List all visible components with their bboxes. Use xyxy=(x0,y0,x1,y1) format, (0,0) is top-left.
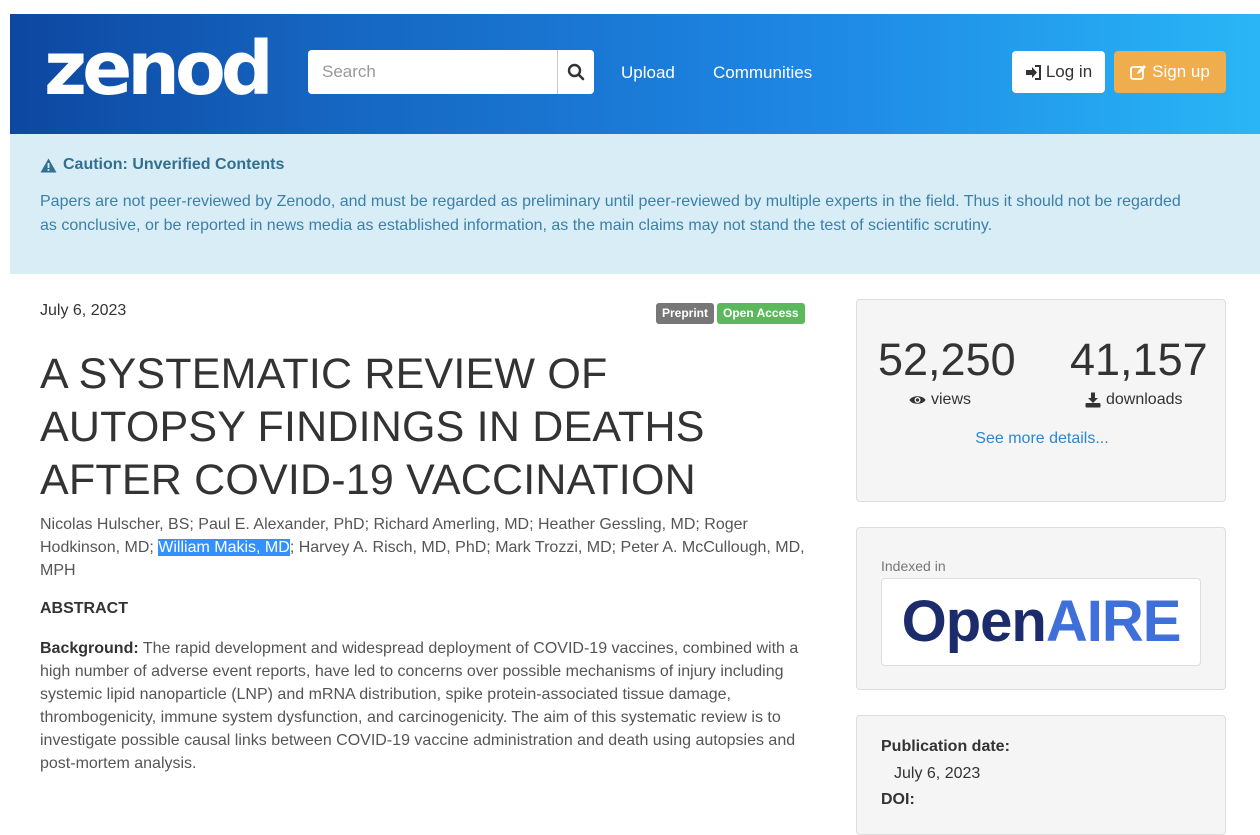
downloads-count: 41,157 xyxy=(1070,334,1208,385)
record-authors: Nicolas Hulscher, BS; Paul E. Alexander,… xyxy=(40,513,830,582)
svg-text:zenodo: zenodo xyxy=(44,34,270,108)
abstract-text: The rapid development and widespread dep… xyxy=(40,640,799,772)
edit-icon xyxy=(1130,65,1147,80)
zenodo-logo[interactable]: zenodo xyxy=(44,26,322,113)
see-more-details-link[interactable]: See more details... xyxy=(857,430,1227,448)
downloads-label: downloads xyxy=(1085,391,1183,409)
nav-upload[interactable]: Upload xyxy=(621,63,675,83)
badge-resource-type: Preprint xyxy=(656,303,715,324)
eye-icon xyxy=(909,396,926,404)
login-button[interactable]: Log in xyxy=(1012,51,1105,93)
openaire-logo-part: Open xyxy=(901,589,1047,654)
signup-button[interactable]: Sign up xyxy=(1114,51,1226,93)
record-badges: Preprint Open Access xyxy=(656,303,805,324)
doi-label: DOI: xyxy=(881,791,915,808)
nav-communities[interactable]: Communities xyxy=(713,63,812,83)
stats-panel: 52,250 41,157 views downloads See more d… xyxy=(856,299,1226,502)
warning-icon xyxy=(40,158,57,172)
login-label: Log in xyxy=(1045,62,1093,81)
abstract-lead: Background: xyxy=(40,640,139,657)
indexed-label: Indexed in xyxy=(881,558,946,574)
caution-alert: Caution: Unverified Contents Papers are … xyxy=(10,134,1260,274)
author-highlighted: William Makis, MD xyxy=(158,539,290,556)
badge-access: Open Access xyxy=(717,303,805,324)
abstract-heading: ABSTRACT xyxy=(40,600,128,617)
search-bar xyxy=(308,50,594,94)
metadata-panel: Publication date: July 6, 2023 DOI: xyxy=(856,715,1226,835)
search-input[interactable] xyxy=(308,50,557,94)
abstract-body: Background: The rapid development and wi… xyxy=(40,637,830,775)
caution-title: Caution: Unverified Contents xyxy=(40,156,284,174)
record-title: A SYSTEMATIC REVIEW OF AUTOPSY FINDINGS … xyxy=(40,350,705,504)
record-date: July 6, 2023 xyxy=(40,302,127,319)
caution-title-text: Caution: Unverified Contents xyxy=(63,156,285,173)
openaire-logo-part: AIRE xyxy=(1045,589,1182,654)
sign-in-icon xyxy=(1025,64,1041,80)
indexed-panel: Indexed in Open AIRE xyxy=(856,527,1226,690)
signup-label: Sign up xyxy=(1152,62,1210,81)
views-label: views xyxy=(909,391,971,409)
caution-text: Papers are not peer-reviewed by Zenodo, … xyxy=(40,193,1181,234)
publication-date-label: Publication date: xyxy=(881,738,1010,755)
openaire-logo[interactable]: Open AIRE xyxy=(881,578,1201,666)
site-header: zenodo Upload Communities Log in Sign up xyxy=(10,14,1260,134)
download-icon xyxy=(1085,392,1101,408)
search-button[interactable] xyxy=(557,50,594,94)
search-icon xyxy=(567,63,585,81)
publication-date-value: July 6, 2023 xyxy=(894,765,981,782)
views-count: 52,250 xyxy=(878,334,1016,385)
